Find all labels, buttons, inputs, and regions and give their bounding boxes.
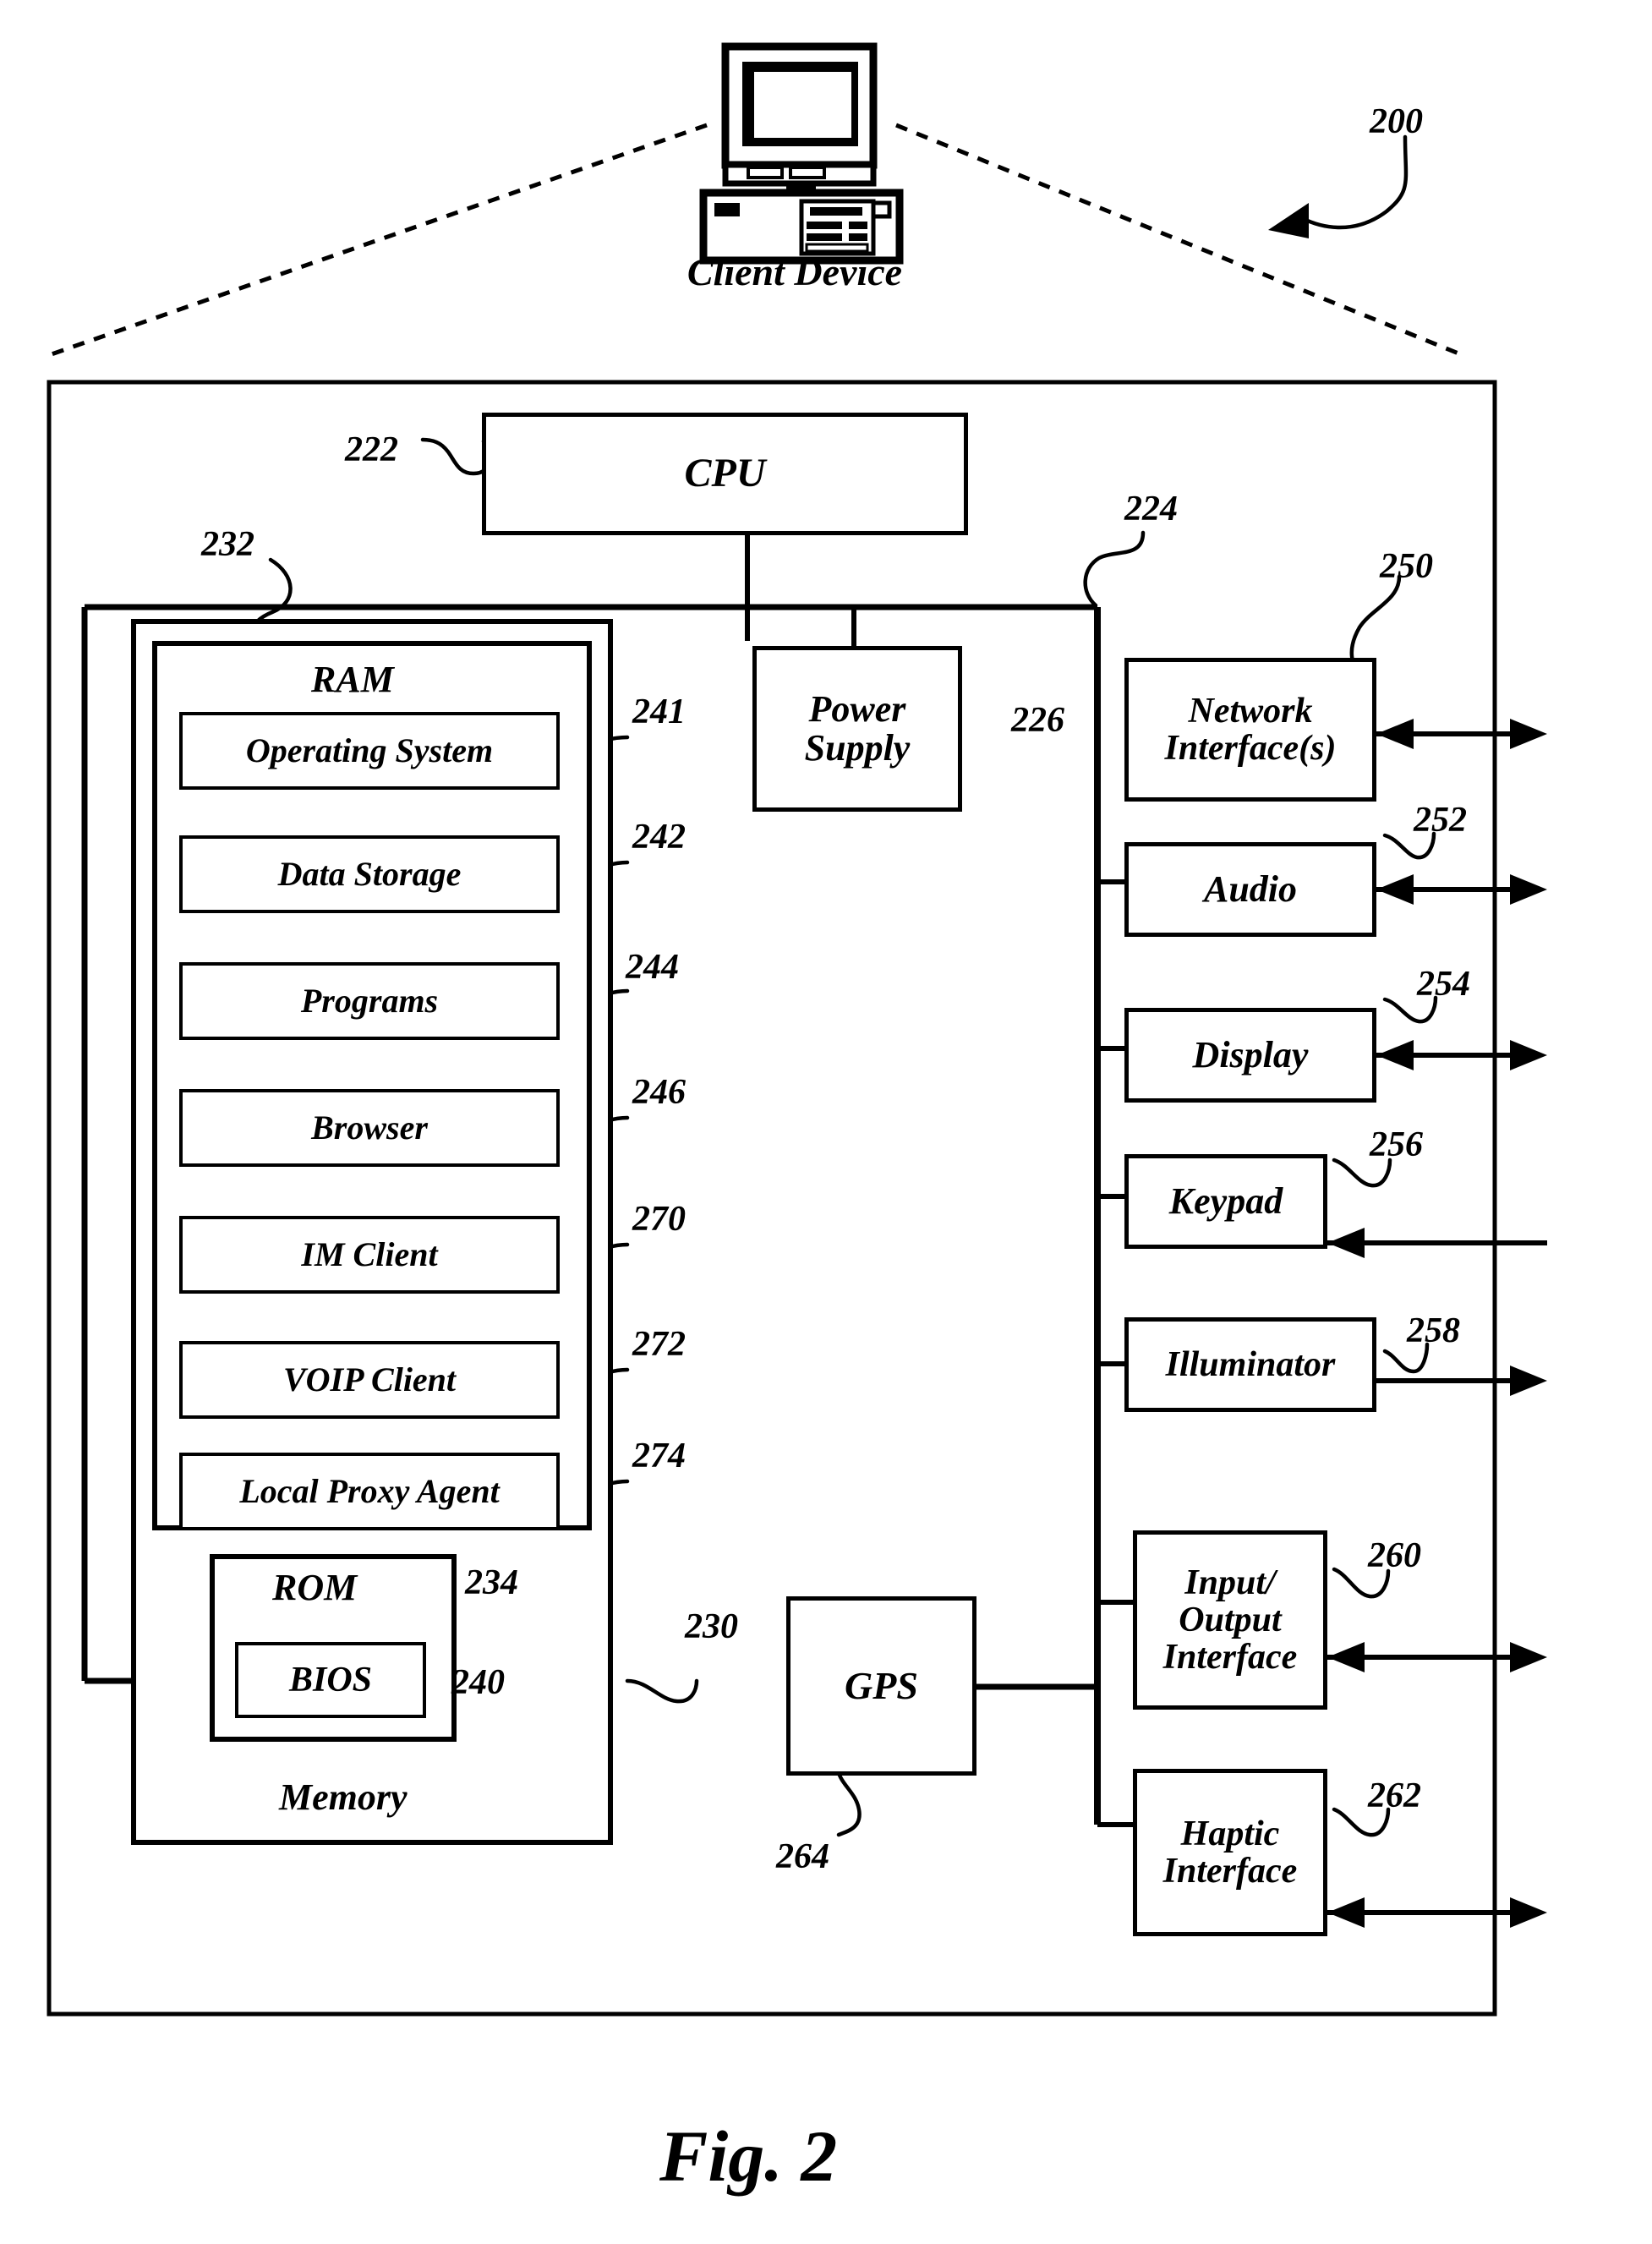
- expansion-line-left: [48, 123, 708, 358]
- figure-caption: Fig. 2: [659, 2115, 838, 2197]
- peripheral-haptic-interface: Haptic Interface: [1133, 1769, 1327, 1936]
- ref-240: 240: [451, 1663, 505, 1702]
- peripheral-display: Display: [1124, 1008, 1376, 1103]
- gps-block: GPS: [786, 1596, 976, 1776]
- ref-256: 256: [1370, 1125, 1423, 1164]
- leader-224: [1083, 530, 1146, 608]
- peripheral-keypad: Keypad: [1124, 1154, 1327, 1249]
- ram-module-programs: Programs: [179, 962, 560, 1040]
- ref-270: 270: [632, 1200, 686, 1239]
- ram-module-browser: Browser: [179, 1089, 560, 1167]
- ref-232: 232: [201, 525, 254, 564]
- leader-200: [1299, 134, 1409, 230]
- ref-230: 230: [685, 1607, 738, 1646]
- rom-label: ROM: [272, 1567, 358, 1608]
- ref-264: 264: [776, 1837, 829, 1876]
- leader-230: [625, 1678, 699, 1704]
- ref-254: 254: [1417, 965, 1470, 1004]
- ref-258: 258: [1407, 1311, 1460, 1350]
- ref-226: 226: [1011, 701, 1064, 740]
- peripheral-audio: Audio: [1124, 842, 1376, 937]
- ref-241: 241: [632, 692, 686, 731]
- arrowhead-200: [1268, 203, 1309, 238]
- expansion-line-right: [895, 123, 1463, 358]
- ram-module-im-client: IM Client: [179, 1216, 560, 1294]
- power-supply-block: Power Supply: [752, 646, 962, 812]
- ram-label: RAM: [311, 659, 394, 700]
- ram-module-operating-system: Operating System: [179, 712, 560, 790]
- peripheral-illuminator: Illuminator: [1124, 1317, 1376, 1412]
- ram-module-voip-client: VOIP Client: [179, 1341, 560, 1419]
- ref-242: 242: [632, 818, 686, 857]
- bios-block: BIOS: [235, 1642, 426, 1718]
- ref-252: 252: [1414, 801, 1467, 840]
- ref-246: 246: [632, 1073, 686, 1112]
- ref-260: 260: [1368, 1536, 1421, 1575]
- ref-272: 272: [632, 1325, 686, 1364]
- ref-234: 234: [465, 1563, 518, 1602]
- client-device-label: Client Device: [687, 250, 903, 293]
- ref-274: 274: [632, 1437, 686, 1475]
- ref-262: 262: [1368, 1776, 1421, 1815]
- desktop-computer-icon: [699, 42, 904, 265]
- ram-module-data-storage: Data Storage: [179, 835, 560, 913]
- ref-250: 250: [1380, 547, 1433, 586]
- peripheral-network-interface: Network Interface(s): [1124, 658, 1376, 802]
- ref-244: 244: [626, 948, 679, 987]
- ref-224: 224: [1124, 490, 1178, 528]
- cpu-block: CPU: [482, 413, 968, 535]
- peripheral-io-interface: Input/ Output Interface: [1133, 1530, 1327, 1710]
- leader-264: [834, 1763, 862, 1837]
- ref-200: 200: [1370, 102, 1423, 141]
- ram-module-local-proxy-agent: Local Proxy Agent: [179, 1453, 560, 1530]
- memory-label: Memory: [279, 1776, 408, 1818]
- ref-222: 222: [345, 430, 398, 469]
- patent-figure-page: Client Device 200 CPU 222 Memory 230 232…: [0, 0, 1652, 2244]
- leader-222: [420, 437, 491, 476]
